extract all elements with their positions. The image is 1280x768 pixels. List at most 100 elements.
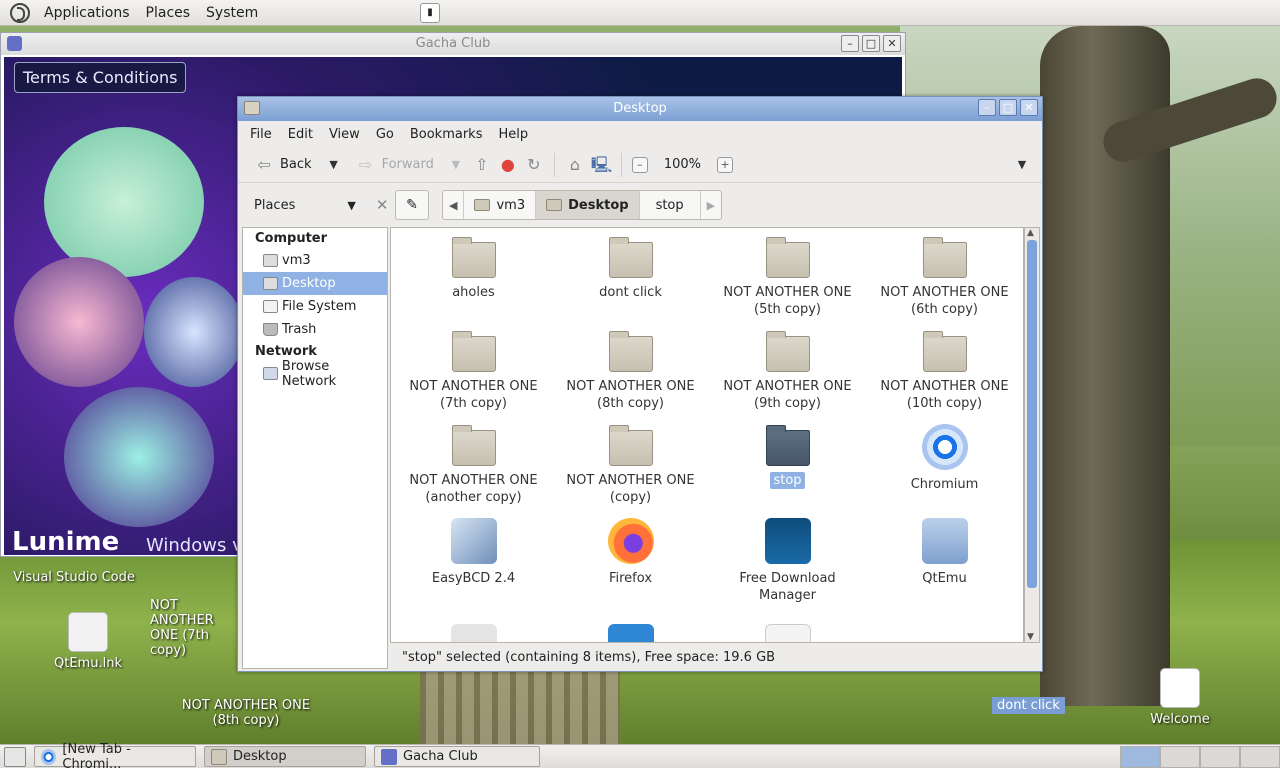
app-item-qtemu[interactable]: QtEmu bbox=[866, 518, 1023, 587]
menu-file[interactable]: File bbox=[242, 127, 280, 142]
file-manager-titlebar[interactable]: Desktop – □ ✕ bbox=[238, 97, 1042, 121]
home-icon[interactable]: ⌂ bbox=[565, 155, 585, 175]
close-sidebar-icon[interactable]: ✕ bbox=[376, 196, 389, 214]
workspace-3[interactable] bbox=[1200, 746, 1240, 768]
folder-icon bbox=[211, 748, 227, 765]
breadcrumb-vm3[interactable]: vm3 bbox=[464, 191, 537, 219]
sidebar-item-vm3[interactable]: vm3 bbox=[243, 249, 387, 272]
minimize-button[interactable]: – bbox=[841, 35, 859, 52]
breadcrumb: ◀ vm3 Desktop stop ▶ bbox=[442, 190, 723, 220]
forward-history-dropdown-icon[interactable]: ▼ bbox=[446, 155, 466, 175]
close-button[interactable]: ✕ bbox=[1020, 99, 1038, 116]
minimize-button[interactable]: – bbox=[978, 99, 996, 116]
back-history-dropdown-icon[interactable]: ▼ bbox=[324, 155, 344, 175]
desktop-icon-welcome[interactable]: Welcome bbox=[1110, 668, 1250, 727]
network-icon bbox=[263, 367, 278, 380]
menu-help[interactable]: Help bbox=[490, 127, 536, 142]
app-item-firefox[interactable]: Firefox bbox=[552, 518, 709, 587]
menu-system[interactable]: System bbox=[198, 5, 266, 21]
menu-edit[interactable]: Edit bbox=[280, 127, 321, 142]
toggle-location-entry-button[interactable]: ✎ bbox=[395, 190, 429, 220]
app-item-easybcd[interactable]: EasyBCD 2.4 bbox=[395, 518, 552, 587]
breadcrumb-right-icon[interactable]: ▶ bbox=[701, 191, 721, 219]
menu-places[interactable]: Places bbox=[138, 5, 199, 21]
shortcut-icon bbox=[450, 624, 497, 642]
app-item-partial[interactable] bbox=[395, 624, 552, 642]
folder-item-selected[interactable]: stop bbox=[709, 425, 866, 489]
folder-item[interactable]: aholes bbox=[395, 237, 552, 301]
computer-icon[interactable]: 🖳 bbox=[591, 155, 612, 175]
app-item-partial[interactable] bbox=[709, 624, 866, 642]
menu-go[interactable]: Go bbox=[368, 127, 402, 142]
folder-icon bbox=[922, 331, 967, 372]
folder-item[interactable]: NOT ANOTHER ONE (8th copy) bbox=[552, 331, 709, 412]
workspace-1[interactable] bbox=[1120, 746, 1160, 768]
gacha-app-icon bbox=[381, 748, 397, 765]
trash-icon bbox=[263, 323, 278, 336]
folder-item[interactable]: NOT ANOTHER ONE (another copy) bbox=[395, 425, 552, 506]
taskbar-item-desktop[interactable]: Desktop bbox=[204, 746, 366, 767]
close-button[interactable]: ✕ bbox=[883, 35, 901, 52]
menu-view[interactable]: View bbox=[321, 127, 368, 142]
folder-item[interactable]: NOT ANOTHER ONE (6th copy) bbox=[866, 237, 1023, 318]
debian-logo-icon[interactable] bbox=[10, 2, 30, 23]
workspace-4[interactable] bbox=[1240, 746, 1280, 768]
menu-bookmarks[interactable]: Bookmarks bbox=[402, 127, 491, 142]
maximize-button[interactable]: □ bbox=[999, 99, 1017, 116]
sidebar-item-desktop[interactable]: Desktop bbox=[243, 272, 387, 295]
folder-item[interactable]: NOT ANOTHER ONE (copy) bbox=[552, 425, 709, 506]
folder-item[interactable]: dont click bbox=[552, 237, 709, 301]
scroll-up-icon[interactable]: ▲ bbox=[1027, 228, 1034, 238]
desktop-folder-icon bbox=[263, 277, 278, 290]
app-item-chromium[interactable]: Chromium bbox=[866, 424, 1023, 493]
scrollbar-thumb[interactable] bbox=[1027, 240, 1037, 588]
folder-item[interactable]: NOT ANOTHER ONE (7th copy) bbox=[395, 331, 552, 412]
fdm-icon bbox=[764, 518, 811, 564]
document-icon bbox=[1160, 668, 1200, 708]
desktop-icon-qtemu-lnk[interactable]: QtEmu.lnk bbox=[18, 612, 158, 671]
menu-applications[interactable]: Applications bbox=[36, 5, 138, 21]
taskbar-item-chromium[interactable]: [New Tab - Chromi... bbox=[34, 742, 196, 768]
breadcrumb-left-icon[interactable]: ◀ bbox=[443, 191, 465, 219]
breadcrumb-stop[interactable]: stop bbox=[640, 191, 701, 219]
toolbar-overflow-icon[interactable]: ▼ bbox=[1012, 155, 1032, 175]
folder-item[interactable]: NOT ANOTHER ONE (10th copy) bbox=[866, 331, 1023, 412]
folder-icon bbox=[451, 237, 496, 278]
maximize-button[interactable]: □ bbox=[862, 35, 880, 52]
zoom-in-icon[interactable]: + bbox=[717, 156, 734, 173]
back-button[interactable]: ⇦ Back bbox=[248, 151, 318, 179]
taskbar-item-gacha-club[interactable]: Gacha Club bbox=[374, 746, 540, 767]
folder-icon bbox=[922, 237, 967, 278]
desktop-icon-folder[interactable]: NOT ANOTHER ONE (8th copy) bbox=[176, 698, 316, 728]
desktop-icon-vscode[interactable]: Visual Studio Code bbox=[4, 570, 144, 585]
vertical-scrollbar[interactable]: ▲ ▼ bbox=[1024, 227, 1040, 643]
reload-icon[interactable]: ↻ bbox=[524, 155, 544, 175]
app-item-partial[interactable] bbox=[552, 624, 709, 642]
sidebar-selector[interactable]: Places ▼ ✕ bbox=[242, 189, 388, 221]
desktop-icon-folder[interactable]: NOT ANOTHER ONE (7th copy) bbox=[150, 598, 230, 658]
file-manager-title: Desktop bbox=[613, 101, 667, 116]
home-folder-icon bbox=[474, 199, 491, 211]
panel-applet-icon[interactable]: ▮ bbox=[420, 3, 440, 23]
sidebar-item-file-system[interactable]: File System bbox=[243, 295, 387, 318]
folder-item[interactable]: NOT ANOTHER ONE (5th copy) bbox=[709, 237, 866, 318]
gacha-titlebar[interactable]: Gacha Club – □ ✕ bbox=[1, 33, 905, 55]
up-arrow-icon[interactable]: ⇧ bbox=[472, 155, 492, 175]
show-desktop-icon[interactable] bbox=[4, 746, 26, 767]
app-item-free-download-manager[interactable]: Free Download Manager bbox=[709, 518, 866, 604]
folder-item[interactable]: NOT ANOTHER ONE (9th copy) bbox=[709, 331, 866, 412]
desktop-icon-dont-click[interactable]: dont click bbox=[992, 697, 1065, 714]
chevron-down-icon[interactable]: ▼ bbox=[347, 199, 355, 212]
stop-icon[interactable]: ● bbox=[498, 155, 518, 175]
terms-conditions-button[interactable]: Terms & Conditions bbox=[14, 62, 187, 93]
folder-icon bbox=[546, 199, 563, 211]
forward-button[interactable]: ⇨ Forward bbox=[350, 151, 440, 179]
icon-view[interactable]: aholes dont click NOT ANOTHER ONE (5th c… bbox=[390, 227, 1024, 643]
zoom-out-icon[interactable]: – bbox=[631, 156, 648, 173]
workspace-2[interactable] bbox=[1160, 746, 1200, 768]
sidebar-item-browse-network[interactable]: Browse Network bbox=[243, 359, 387, 389]
scroll-down-icon[interactable]: ▼ bbox=[1027, 632, 1034, 642]
sidebar-item-trash[interactable]: Trash bbox=[243, 318, 387, 341]
breadcrumb-desktop[interactable]: Desktop bbox=[536, 191, 640, 219]
folder-icon bbox=[608, 425, 653, 466]
